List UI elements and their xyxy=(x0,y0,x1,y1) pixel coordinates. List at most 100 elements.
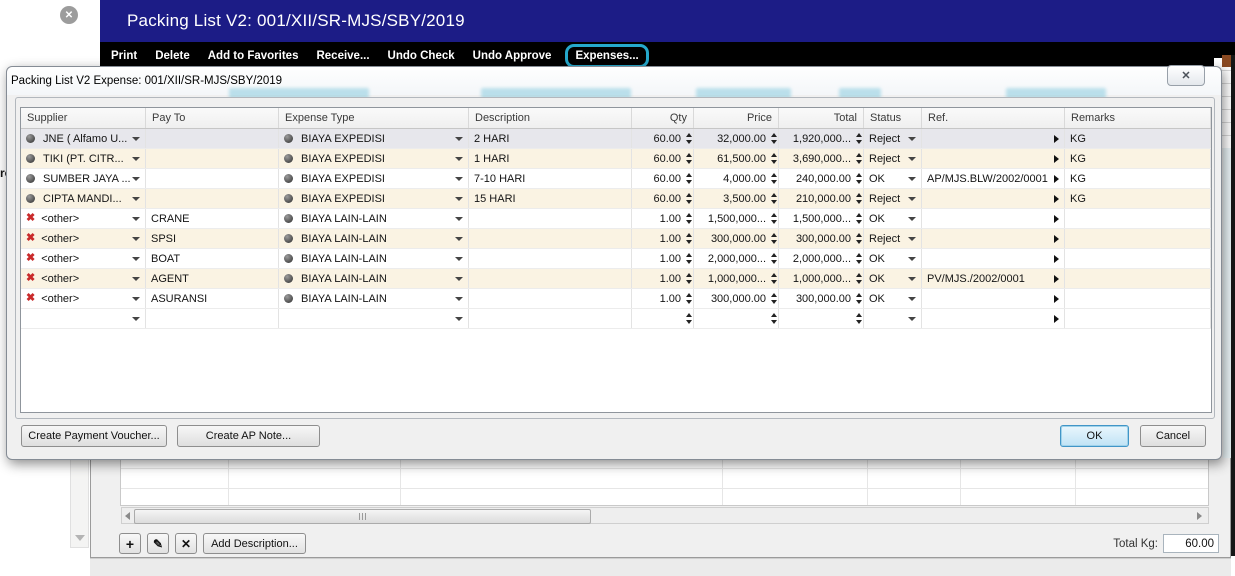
cell-remarks[interactable] xyxy=(1065,249,1211,268)
expense-row-5[interactable]: ✖<other>CRANEBIAYA LAIN-LAIN1.001,500,00… xyxy=(21,209,1211,229)
cell-status[interactable]: Reject xyxy=(864,189,922,208)
cell-remarks[interactable]: KG xyxy=(1065,189,1211,208)
cell-status[interactable]: Reject xyxy=(864,229,922,248)
column-header-status[interactable]: Status xyxy=(864,108,922,128)
dropdown-arrow-icon[interactable] xyxy=(908,297,916,301)
add-description-button[interactable]: Add Description... xyxy=(203,533,306,554)
cell-price[interactable]: 32,000.00 xyxy=(694,129,779,148)
spinner-icon[interactable] xyxy=(771,153,777,164)
cell-ref[interactable] xyxy=(922,289,1065,308)
spinner-icon[interactable] xyxy=(686,273,692,284)
cell-price[interactable]: 300,000.00 xyxy=(694,289,779,308)
cell-pay_to[interactable] xyxy=(146,189,279,208)
cell-total[interactable]: 3,690,000... xyxy=(779,149,864,168)
dropdown-arrow-icon[interactable] xyxy=(132,197,140,201)
dropdown-arrow-icon[interactable] xyxy=(908,317,916,321)
dropdown-arrow-icon[interactable] xyxy=(132,297,140,301)
cell-ref[interactable]: PV/MJS./2002/0001 xyxy=(922,269,1065,288)
dropdown-arrow-icon[interactable] xyxy=(455,277,463,281)
cell-total[interactable]: 1,000,000... xyxy=(779,269,864,288)
cell-qty[interactable]: 60.00 xyxy=(632,149,694,168)
dropdown-arrow-icon[interactable] xyxy=(132,157,140,161)
menu-item-undo-check[interactable]: Undo Check xyxy=(381,50,462,62)
spinner-icon[interactable] xyxy=(686,293,692,304)
open-ref-arrow-icon[interactable] xyxy=(1054,235,1059,243)
open-ref-arrow-icon[interactable] xyxy=(1054,195,1059,203)
cell-qty[interactable]: 1.00 xyxy=(632,249,694,268)
dropdown-arrow-icon[interactable] xyxy=(455,237,463,241)
total-kg-input[interactable]: 60.00 xyxy=(1163,534,1219,553)
column-header-supplier[interactable]: Supplier xyxy=(21,108,146,128)
expense-row-10[interactable] xyxy=(21,309,1211,329)
cell-supplier[interactable]: CIPTA MANDI... xyxy=(21,189,146,208)
dropdown-arrow-icon[interactable] xyxy=(455,217,463,221)
spinner-icon[interactable] xyxy=(856,233,862,244)
cell-description[interactable] xyxy=(469,209,632,228)
menu-item-expenses[interactable]: Expenses... xyxy=(565,44,648,68)
cell-qty[interactable]: 60.00 xyxy=(632,169,694,188)
cell-supplier[interactable]: ✖<other> xyxy=(21,289,146,308)
dropdown-arrow-icon[interactable] xyxy=(132,137,140,141)
cell-pay_to[interactable]: CRANE xyxy=(146,209,279,228)
column-header-description[interactable]: Description xyxy=(469,108,632,128)
cell-description[interactable] xyxy=(469,229,632,248)
spinner-icon[interactable] xyxy=(856,173,862,184)
expense-row-1[interactable]: JNE ( Alfamo U...BIAYA EXPEDISI2 HARI60.… xyxy=(21,129,1211,149)
cell-description[interactable]: 2 HARI xyxy=(469,129,632,148)
cell-pay_to[interactable] xyxy=(146,169,279,188)
expense-row-8[interactable]: ✖<other>AGENTBIAYA LAIN-LAIN1.001,000,00… xyxy=(21,269,1211,289)
cell-price[interactable]: 2,000,000... xyxy=(694,249,779,268)
cell-price[interactable]: 4,000.00 xyxy=(694,169,779,188)
spinner-icon[interactable] xyxy=(856,273,862,284)
cell-qty[interactable]: 1.00 xyxy=(632,209,694,228)
spinner-icon[interactable] xyxy=(771,253,777,264)
spinner-icon[interactable] xyxy=(856,213,862,224)
cell-expense_type[interactable]: BIAYA LAIN-LAIN xyxy=(279,229,469,248)
open-ref-arrow-icon[interactable] xyxy=(1054,175,1059,183)
open-ref-arrow-icon[interactable] xyxy=(1054,315,1059,323)
cell-total[interactable]: 1,920,000... xyxy=(779,129,864,148)
open-ref-arrow-icon[interactable] xyxy=(1054,215,1059,223)
spinner-icon[interactable] xyxy=(771,173,777,184)
cell-expense_type[interactable]: BIAYA LAIN-LAIN xyxy=(279,249,469,268)
cell-supplier[interactable]: JNE ( Alfamo U... xyxy=(21,129,146,148)
spinner-icon[interactable] xyxy=(856,153,862,164)
cell-expense_type[interactable]: BIAYA EXPEDISI xyxy=(279,169,469,188)
spinner-icon[interactable] xyxy=(771,193,777,204)
spinner-icon[interactable] xyxy=(771,213,777,224)
spinner-icon[interactable] xyxy=(686,313,692,324)
delete-row-button[interactable]: ✕ xyxy=(175,533,197,554)
cell-ref[interactable] xyxy=(922,149,1065,168)
spinner-icon[interactable] xyxy=(771,233,777,244)
cell-status[interactable]: OK xyxy=(864,289,922,308)
dropdown-arrow-icon[interactable] xyxy=(908,237,916,241)
open-ref-arrow-icon[interactable] xyxy=(1054,295,1059,303)
cell-supplier[interactable] xyxy=(21,309,146,328)
spinner-icon[interactable] xyxy=(686,133,692,144)
cell-pay_to[interactable]: SPSI xyxy=(146,229,279,248)
cell-total[interactable] xyxy=(779,309,864,328)
cell-supplier[interactable]: TIKI (PT. CITR... xyxy=(21,149,146,168)
spinner-icon[interactable] xyxy=(686,253,692,264)
cell-supplier[interactable]: ✖<other> xyxy=(21,249,146,268)
cell-status[interactable]: OK xyxy=(864,269,922,288)
cell-remarks[interactable] xyxy=(1065,309,1211,328)
cell-description[interactable] xyxy=(469,309,632,328)
cell-expense_type[interactable] xyxy=(279,309,469,328)
expense-row-3[interactable]: SUMBER JAYA ...BIAYA EXPEDISI7-10 HARI60… xyxy=(21,169,1211,189)
cell-remarks[interactable] xyxy=(1065,269,1211,288)
cell-qty[interactable]: 1.00 xyxy=(632,289,694,308)
dropdown-arrow-icon[interactable] xyxy=(132,177,140,181)
spinner-icon[interactable] xyxy=(686,213,692,224)
scroll-left-icon[interactable] xyxy=(125,512,130,520)
cell-price[interactable]: 1,000,000... xyxy=(694,269,779,288)
scrollbar-thumb[interactable] xyxy=(134,509,591,524)
close-circle-icon[interactable]: ✕ xyxy=(60,6,78,24)
column-header-total[interactable]: Total xyxy=(779,108,864,128)
cell-status[interactable]: OK xyxy=(864,249,922,268)
column-header-expense_type[interactable]: Expense Type xyxy=(279,108,469,128)
cell-expense_type[interactable]: BIAYA LAIN-LAIN xyxy=(279,209,469,228)
cell-qty[interactable]: 60.00 xyxy=(632,129,694,148)
cell-pay_to[interactable]: AGENT xyxy=(146,269,279,288)
dropdown-arrow-icon[interactable] xyxy=(908,217,916,221)
